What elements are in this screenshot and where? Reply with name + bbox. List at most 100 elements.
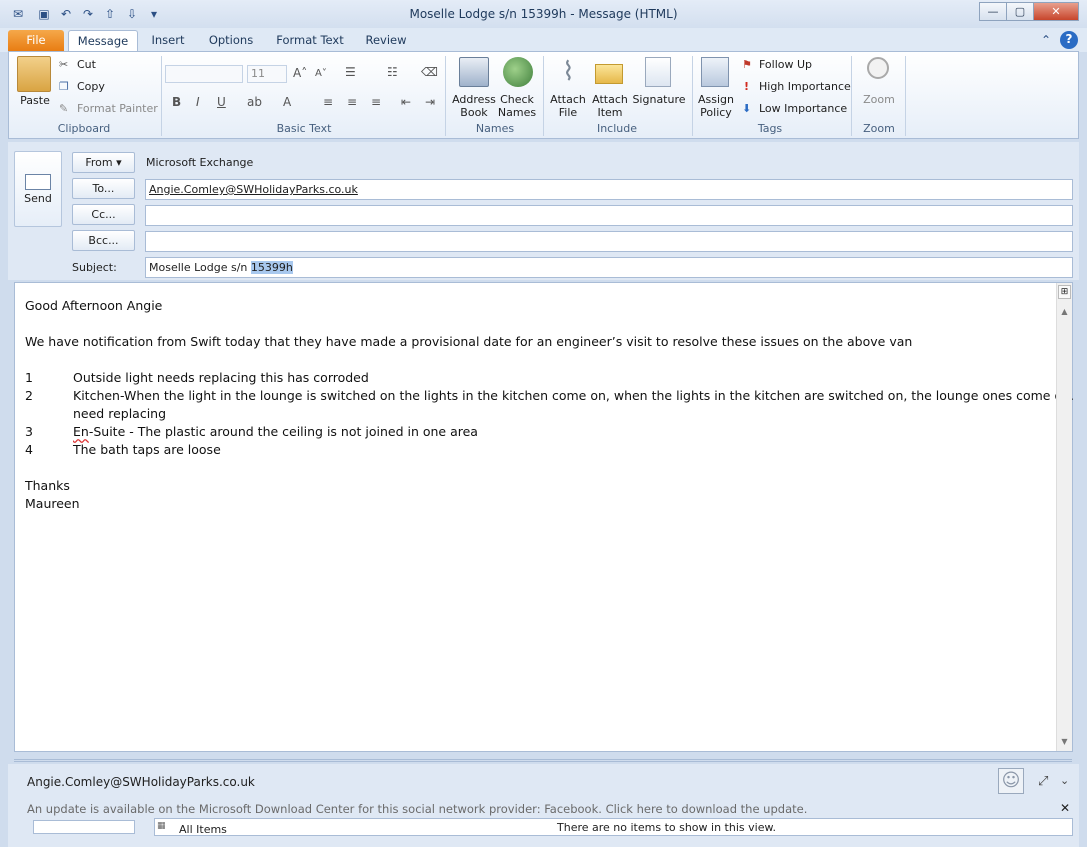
zoom-group-label: Zoom (863, 122, 895, 135)
scroll-down-icon[interactable]: ▼ (1058, 735, 1071, 749)
paste-icon[interactable] (17, 56, 51, 92)
expand-icon[interactable]: ⤢ (1038, 774, 1048, 789)
cc-button[interactable]: Cc... (72, 204, 135, 225)
list-text: Outside light needs replacing this has c… (73, 370, 369, 385)
tab-insert[interactable]: Insert (144, 30, 192, 52)
italic-icon[interactable]: I (196, 95, 200, 109)
align-left-icon[interactable]: ≡ (323, 95, 333, 109)
cc-field[interactable] (145, 205, 1073, 226)
font-size-select[interactable]: 11 (247, 65, 287, 83)
close-notice-icon[interactable]: ✕ (1060, 801, 1070, 815)
numbering-icon[interactable]: ☷ (387, 65, 398, 79)
font-color-icon[interactable]: A (283, 95, 291, 109)
thanks-line: Thanks (25, 478, 70, 493)
list-item: 1 Outside light needs replacing this has … (25, 369, 1050, 387)
tab-review[interactable]: Review (358, 30, 414, 52)
shrink-font-icon[interactable]: A˅ (315, 68, 327, 79)
check-names-button[interactable]: Check Names (495, 93, 539, 119)
collapse-ribbon-icon[interactable]: ⌃ (1038, 32, 1054, 48)
align-right-icon[interactable]: ≡ (371, 95, 381, 109)
window-title: Moselle Lodge s/n 15399h - Message (HTML… (409, 7, 678, 21)
align-center-icon[interactable]: ≡ (347, 95, 357, 109)
all-items-label[interactable]: All Items (179, 823, 227, 836)
help-icon[interactable]: ? (1060, 31, 1078, 49)
activity-filter[interactable] (33, 820, 135, 834)
ribbon: Paste ✂ Cut ❐ Copy ✎ Format Painter Clip… (8, 51, 1079, 139)
list-text: Kitchen-When the light in the lounge is … (73, 388, 1075, 403)
people-pane-contact[interactable]: Angie.Comley@SWHolidayParks.co.uk (27, 775, 255, 789)
font-family-select[interactable] (165, 65, 243, 83)
bcc-field[interactable] (145, 231, 1073, 252)
group-divider (905, 56, 906, 136)
update-notice[interactable]: An update is available on the Microsoft … (27, 802, 807, 816)
tab-message[interactable]: Message (68, 30, 138, 52)
subject-text: Moselle Lodge s/n (149, 261, 251, 274)
from-value: Microsoft Exchange (146, 156, 254, 169)
low-importance-button[interactable]: Low Importance (759, 102, 847, 115)
tab-file[interactable]: File (8, 30, 64, 52)
title-bar: ✉ ▣ ↶ ↷ ⇧ ⇩ ▾ Moselle Lodge s/n 15399h -… (0, 0, 1087, 28)
decrease-indent-icon[interactable]: ⇤ (401, 95, 411, 109)
attach-item-button[interactable]: Attach Item (589, 93, 631, 119)
underline-icon[interactable]: U (217, 95, 226, 109)
to-button[interactable]: To... (72, 178, 135, 199)
attach-file-button[interactable]: Attach File (547, 93, 589, 119)
address-book-button[interactable]: Address Book (449, 93, 499, 119)
contact-avatar[interactable]: ☺ (998, 768, 1024, 794)
paste-button[interactable]: Paste (15, 94, 55, 107)
close-button[interactable]: ✕ (1033, 2, 1079, 21)
vertical-scrollbar[interactable]: ⊞ ▲ ▼ (1056, 283, 1072, 751)
copy-icon: ❐ (59, 80, 69, 93)
increase-indent-icon[interactable]: ⇥ (425, 95, 435, 109)
signoff-line: Maureen (25, 496, 80, 511)
list-icon: ▦ (157, 821, 166, 831)
list-number: 4 (25, 442, 33, 457)
grow-font-icon[interactable]: A˄ (293, 66, 307, 80)
bullets-icon[interactable]: ☰ (345, 65, 356, 79)
ruler-toggle-icon[interactable]: ⊞ (1058, 285, 1071, 299)
copy-button[interactable]: Copy (77, 80, 105, 93)
activity-list[interactable]: ▦ All Items There are no items to show i… (154, 818, 1073, 836)
format-painter-button[interactable]: Format Painter (77, 102, 158, 115)
list-item: 3 En-Suite - The plastic around the ceili… (25, 423, 1050, 441)
tab-format-text[interactable]: Format Text (272, 30, 348, 52)
tab-options[interactable]: Options (200, 30, 262, 52)
body-text[interactable]: Good Afternoon Angie We have notificatio… (25, 297, 1074, 513)
bcc-button[interactable]: Bcc... (72, 230, 135, 251)
include-group-label: Include (596, 122, 638, 135)
clear-format-icon[interactable]: ⌫ (421, 65, 438, 79)
send-button[interactable]: Send (14, 151, 62, 227)
to-field[interactable]: Angie.Comley@SWHolidayParks.co.uk (145, 179, 1073, 200)
assign-policy-button[interactable]: Assign Policy (693, 93, 739, 119)
chevron-down-icon[interactable]: ⌄ (1060, 774, 1069, 787)
list-text: need replacing (73, 406, 167, 421)
subject-label: Subject: (72, 261, 117, 274)
send-label: Send (24, 192, 52, 205)
list-item: 2 Kitchen-When the light in the lounge is… (25, 387, 1074, 405)
cut-icon: ✂ (59, 58, 69, 71)
follow-up-button[interactable]: Follow Up (759, 58, 812, 71)
empty-view-message: There are no items to show in this view. (557, 821, 776, 834)
list-number: 3 (25, 424, 33, 439)
signature-button[interactable]: Signature (631, 93, 687, 106)
paperclip-icon: ⌇ (562, 57, 575, 87)
basic-text-group-label: Basic Text (276, 122, 332, 135)
spelling-error[interactable]: En (73, 424, 89, 439)
zoom-button[interactable]: Zoom (859, 93, 899, 106)
subject-field[interactable]: Moselle Lodge s/n 15399h (145, 257, 1073, 278)
highlight-icon[interactable]: ab (247, 95, 262, 109)
from-button[interactable]: From ▾ (72, 152, 135, 173)
list-number: 2 (25, 388, 33, 403)
pane-splitter[interactable] (14, 759, 1072, 762)
maximize-button[interactable]: ▢ (1006, 2, 1034, 21)
message-header: From ▾ Microsoft Exchange To... Angie.Co… (8, 142, 1079, 280)
message-body[interactable]: Good Afternoon Angie We have notificatio… (14, 282, 1074, 752)
greeting-line: Good Afternoon Angie (25, 298, 163, 313)
scroll-up-icon[interactable]: ▲ (1058, 305, 1071, 319)
cut-button[interactable]: Cut (77, 58, 96, 71)
address-book-icon (459, 57, 489, 87)
bold-icon[interactable]: B (172, 95, 181, 109)
minimize-button[interactable]: — (979, 2, 1007, 21)
high-importance-button[interactable]: High Importance (759, 80, 851, 93)
